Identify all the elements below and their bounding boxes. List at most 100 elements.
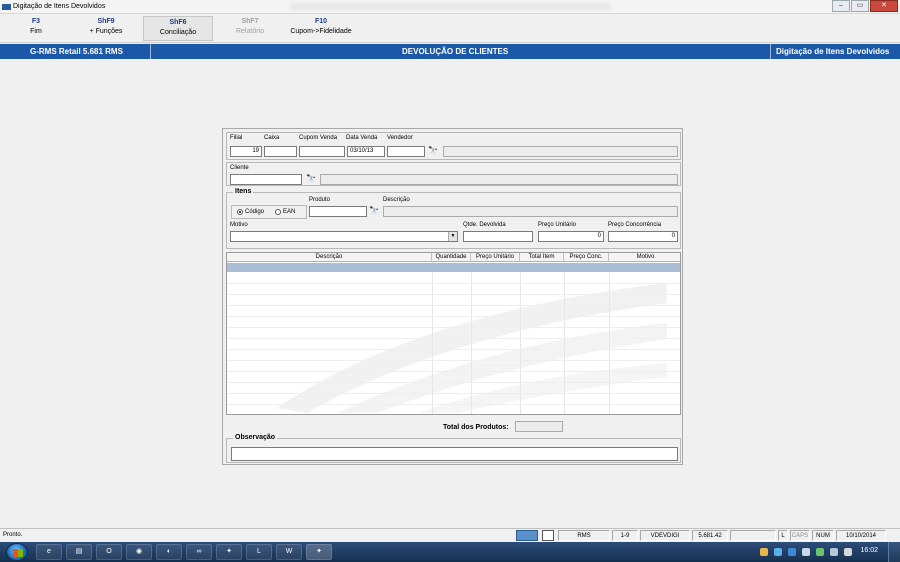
status-panel-system: RMS [558, 530, 610, 541]
filial-label: Filial [230, 135, 243, 141]
grid-hline [227, 327, 680, 328]
col-motivo[interactable]: Motivo [609, 253, 680, 262]
grid-hline [227, 316, 680, 317]
filial-field[interactable]: 19 [230, 146, 262, 157]
fkey-shf9-mais-funcoes[interactable]: ShF9 + Funções [80, 18, 132, 40]
tray-volume-icon[interactable] [844, 548, 852, 556]
grid-hline [227, 404, 680, 405]
os-taskbar: e ▤ O ◉ ◐ ∞ ✦ L W ✦ 16:02 [0, 542, 900, 562]
status-panel-empty [730, 530, 776, 541]
fkey-shf7-relatorio[interactable]: ShF7 Relatório [222, 18, 278, 40]
cupom-venda-field[interactable] [299, 146, 345, 157]
preco-concorrencia-field[interactable]: 0 [608, 231, 678, 242]
network-icon [516, 530, 538, 541]
grid-hline [227, 283, 680, 284]
chevron-down-icon[interactable]: ▼ [448, 232, 457, 241]
taskbar-rms-active-icon[interactable]: ✦ [306, 544, 332, 560]
cupom-label: Cupom Venda [299, 135, 338, 141]
tray-link-icon[interactable] [774, 548, 782, 556]
grid-hline [227, 371, 680, 372]
start-button[interactable] [6, 543, 28, 561]
fkey-key: ShF7 [241, 18, 259, 25]
col-preco-unitario[interactable]: Preço Unitário [471, 253, 520, 262]
status-bar: Pronto. RMS 1-9 VDEVDIGI 5.681.42 L CAPS… [0, 528, 900, 542]
grid-hline [227, 294, 680, 295]
total-produtos-label: Total dos Produtos: [443, 424, 509, 431]
taskbar-rms-icon[interactable]: ✦ [216, 544, 242, 560]
itens-legend: Itens [233, 188, 254, 195]
col-preco-conc[interactable]: Preço Conc. [564, 253, 609, 262]
motivo-label: Motivo [230, 222, 248, 228]
grid-hline [227, 393, 680, 394]
fkey-label: Fim [30, 28, 42, 35]
status-panel-version: 5.681.42 [692, 530, 728, 541]
minimize-button[interactable]: – [832, 0, 850, 12]
fkey-shf6-conciliacao[interactable]: ShF6 Conciliação [143, 16, 213, 41]
grid-vline [609, 253, 610, 414]
search-type-radio-group: Código EAN [231, 205, 307, 219]
observacao-field[interactable] [231, 447, 678, 461]
binoculars-search-icon[interactable]: 🔭 [306, 174, 316, 183]
taskbar-ie-icon[interactable]: e [36, 544, 62, 560]
vendedor-field[interactable] [387, 146, 425, 157]
tray-display-icon[interactable] [830, 548, 838, 556]
radio-dot [275, 209, 281, 215]
header-divider [770, 44, 771, 59]
radio-ean[interactable]: EAN [275, 209, 295, 215]
cliente-label: Cliente [230, 165, 249, 171]
taskbar-firefox-icon[interactable]: ◉ [126, 544, 152, 560]
taskbar-app-icon[interactable]: ◐ [156, 544, 182, 560]
tray-flag-icon[interactable] [802, 548, 810, 556]
fkey-key: ShF9 [97, 18, 115, 25]
grid-hline [227, 305, 680, 306]
taskbar-outlook-icon[interactable]: O [96, 544, 122, 560]
cliente-field[interactable] [230, 174, 302, 185]
taskbar-lync-icon[interactable]: L [246, 544, 272, 560]
produto-field[interactable] [309, 206, 367, 217]
fkey-f3-fim[interactable]: F3 Fim [14, 18, 58, 40]
caixa-field[interactable] [264, 146, 297, 157]
grid-hline [227, 382, 680, 383]
data-venda-field[interactable]: 03/10/13 [347, 146, 385, 157]
grid-vline [520, 253, 521, 414]
descricao-display [383, 206, 678, 217]
grid-hline [227, 338, 680, 339]
grid-vline [432, 253, 433, 414]
binoculars-search-icon[interactable]: 🔭 [369, 206, 379, 215]
status-panel-program: VDEVDIGI [640, 530, 690, 541]
blurred-title-region [290, 3, 610, 10]
fkey-f10-cupom-fidelidade[interactable]: F10 Cupom->Fidelidade [284, 18, 358, 40]
maximize-button[interactable]: ▭ [851, 0, 869, 12]
vendedor-label: Vendedor [387, 135, 413, 141]
module-header-bar: G-RMS Retail 5.681 RMS DEVOLUÇÃO DE CLIE… [0, 44, 900, 59]
taskbar-word-icon[interactable]: W [276, 544, 302, 560]
radio-codigo[interactable]: Código [237, 209, 264, 215]
status-panel-caps: CAPS [790, 530, 810, 541]
col-total-item[interactable]: Total Item [520, 253, 564, 262]
itens-group: Itens Código EAN Produto 🔭 Descrição Mot… [226, 188, 681, 249]
tray-network-icon[interactable] [816, 548, 824, 556]
col-descricao[interactable]: Descrição [227, 253, 432, 262]
taskbar-link-icon[interactable]: ∞ [186, 544, 212, 560]
fkey-key: F10 [314, 18, 328, 25]
taskbar-clock[interactable]: 16:02 [860, 547, 878, 554]
qtde-devolvida-field[interactable] [463, 231, 533, 242]
show-desktop-button[interactable] [888, 542, 900, 562]
items-grid[interactable]: Descrição Quantidade Preço Unitário Tota… [226, 252, 681, 415]
qtde-devolvida-label: Qtde. Devolvida [463, 222, 506, 228]
grid-hline [227, 360, 680, 361]
selected-table-row[interactable] [227, 263, 680, 272]
col-quantidade[interactable]: Quantidade [432, 253, 471, 262]
tray-folder-icon[interactable] [760, 548, 768, 556]
motivo-dropdown[interactable]: ▼ [230, 231, 458, 242]
taskbar-explorer-icon[interactable]: ▤ [66, 544, 92, 560]
binoculars-search-icon[interactable]: 🔭 [428, 146, 438, 155]
descricao-label: Descrição [383, 197, 410, 203]
preco-unitario-field[interactable]: 0 [538, 231, 604, 242]
observacao-legend: Observação [233, 434, 278, 441]
vendedor-name-display [443, 146, 678, 157]
tray-outlook-icon[interactable] [788, 548, 796, 556]
observacao-group: Observação [226, 434, 681, 463]
total-produtos-field [515, 421, 563, 432]
close-button[interactable]: ✕ [870, 0, 898, 12]
